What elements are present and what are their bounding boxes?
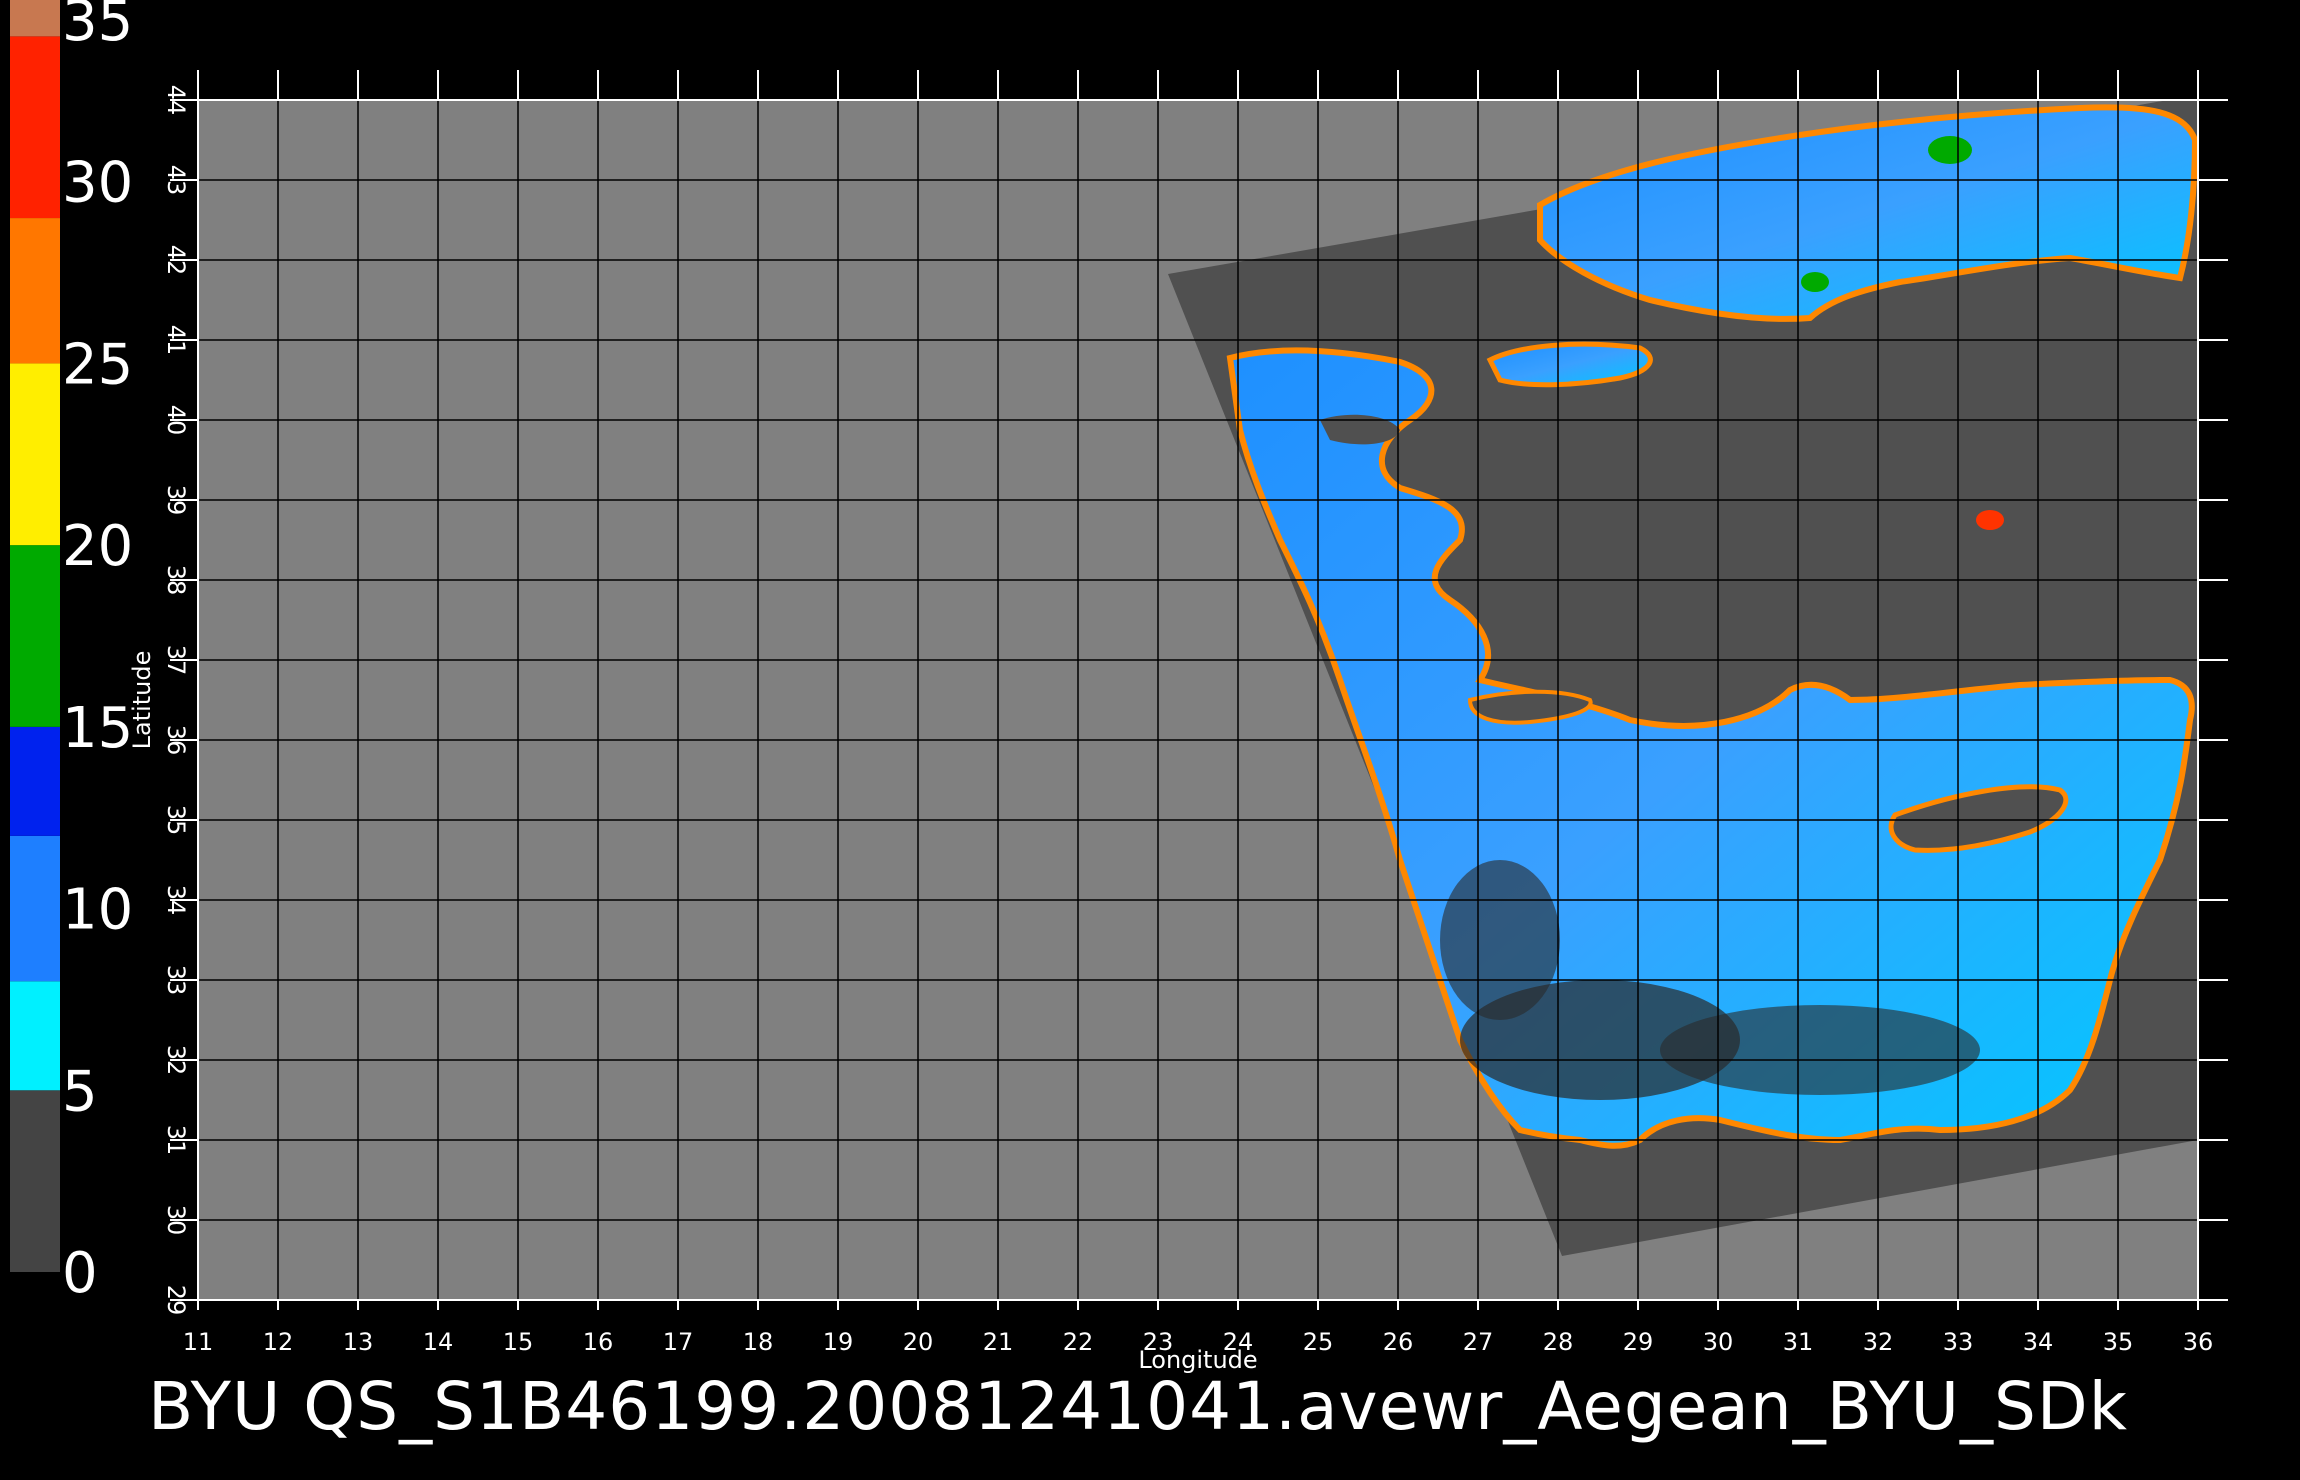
x-tick-label: 19 (823, 1328, 854, 1356)
colorbar-label: 25 (62, 332, 133, 397)
x-tick-label: 25 (1303, 1328, 1334, 1356)
colorbar-band (10, 218, 60, 364)
colorbar-labels: 0 5 10 15 20 25 30 35 (62, 0, 133, 1306)
low-wind-patch (1440, 860, 1560, 1020)
colorbar-band (10, 0, 60, 37)
x-tick-label: 34 (2023, 1328, 2054, 1356)
footer-caption: BYU QS_S1B46199.20081241041.avewr_Aegean… (148, 1368, 2128, 1445)
colorbar-label: 20 (62, 514, 133, 579)
colorbar-label: 10 (62, 878, 133, 943)
x-tick-label: 14 (423, 1328, 454, 1356)
x-tick-label: 36 (2183, 1328, 2214, 1356)
y-tick-label: 40 (162, 405, 190, 436)
marmara-region (1486, 341, 1653, 388)
x-tick-label: 12 (263, 1328, 294, 1356)
colorbar-band (10, 1090, 60, 1272)
colorbar-band (10, 363, 60, 546)
x-tick-label: 17 (663, 1328, 694, 1356)
x-tick-label: 11 (183, 1328, 214, 1356)
colorbar-label: 15 (62, 696, 133, 761)
y-tick-label: 34 (162, 885, 190, 916)
colorbar-label: 30 (62, 151, 133, 216)
y-tick-label: 29 (162, 1285, 190, 1316)
x-tick-label: 13 (343, 1328, 374, 1356)
colorbar-band (10, 726, 60, 836)
colorbar-band (10, 835, 60, 982)
colorbar-band (10, 981, 60, 1091)
y-axis-title: Latitude (128, 651, 156, 750)
x-tick-label: 32 (1863, 1328, 1894, 1356)
x-tick-label: 28 (1543, 1328, 1574, 1356)
y-tick-label: 39 (162, 485, 190, 516)
x-tick-label: 20 (903, 1328, 934, 1356)
x-tick-label: 26 (1383, 1328, 1414, 1356)
colorbar-band (10, 36, 60, 219)
y-tick-label: 33 (162, 965, 190, 996)
green-spot (1801, 272, 1829, 292)
y-tick-label: 38 (162, 565, 190, 596)
green-spot (1928, 136, 1972, 164)
x-tick-label: 35 (2103, 1328, 2134, 1356)
colorbar-label: 35 (62, 0, 133, 54)
x-tick-label: 15 (503, 1328, 534, 1356)
x-tick-label: 18 (743, 1328, 774, 1356)
x-tick-label: 31 (1783, 1328, 1814, 1356)
y-tick-label: 42 (162, 245, 190, 276)
map-figure: 0 5 10 15 20 25 30 35 11 12 13 14 15 16 17 18 19 20 21 22 2… (10, 0, 2228, 1374)
y-tick-label: 43 (162, 165, 190, 196)
x-tick-label: 33 (1943, 1328, 1974, 1356)
y-tick-label: 41 (162, 325, 190, 356)
y-tick-label: 31 (162, 1125, 190, 1156)
colorbar (10, 0, 60, 1272)
colorbar-band (10, 545, 60, 727)
y-tick-label: 32 (162, 1045, 190, 1076)
x-tick-label: 22 (1063, 1328, 1094, 1356)
low-wind-patch (1660, 1005, 1980, 1095)
x-tick-label: 16 (583, 1328, 614, 1356)
y-tick-label: 44 (162, 85, 190, 116)
y-tick-label: 35 (162, 805, 190, 836)
y-tick-label: 36 (162, 725, 190, 756)
x-tick-label: 27 (1463, 1328, 1494, 1356)
x-tick-label: 30 (1703, 1328, 1734, 1356)
colorbar-label: 5 (62, 1059, 98, 1124)
x-tick-label: 21 (983, 1328, 1014, 1356)
x-tick-label: 29 (1623, 1328, 1654, 1356)
colorbar-label: 0 (62, 1241, 98, 1306)
y-tick-label: 37 (162, 645, 190, 676)
high-wind-spot (1976, 510, 2004, 530)
y-tick-label: 30 (162, 1205, 190, 1236)
